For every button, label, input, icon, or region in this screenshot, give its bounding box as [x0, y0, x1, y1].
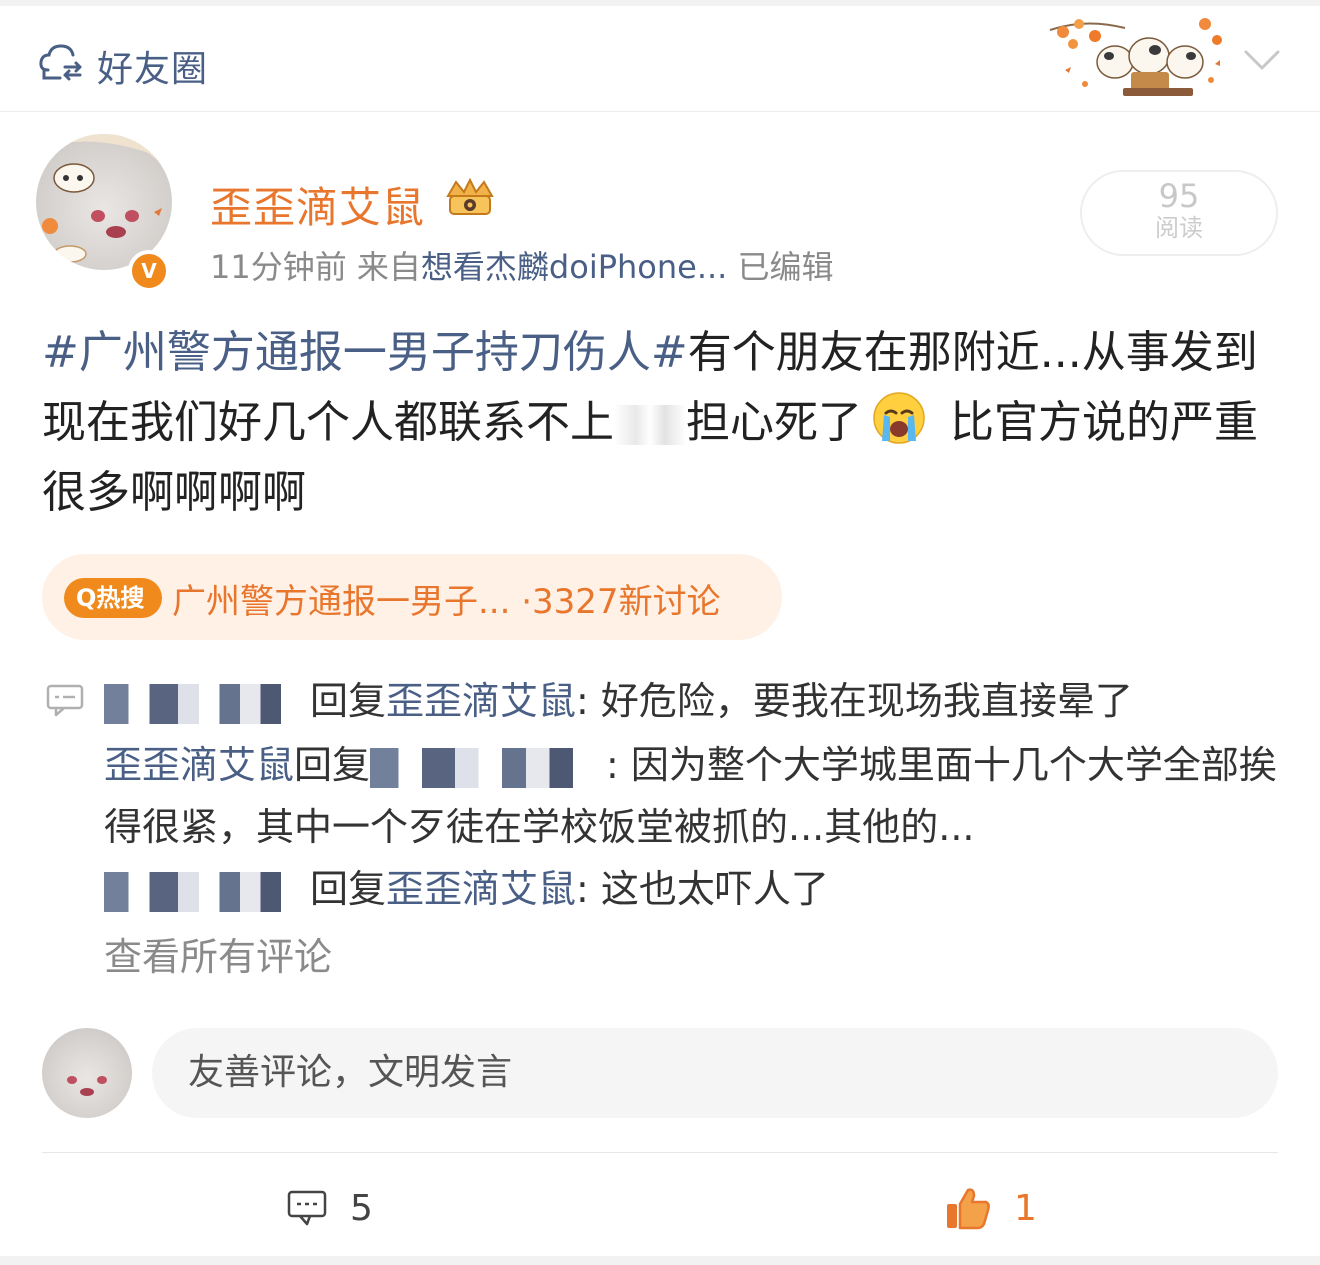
post-content: #广州警方通报一男子持刀伤人#有个朋友在那附近...从事发到现在我们好几个人都联… — [42, 318, 1282, 528]
verified-v-icon: V — [128, 250, 170, 292]
author-name[interactable]: 歪歪滴艾鼠 — [210, 174, 425, 235]
comment-item[interactable]: 回复歪歪滴艾鼠: 这也太吓人了 — [104, 858, 1284, 920]
read-label: 阅读 — [1155, 214, 1203, 242]
comment-text: : 这也太吓人了 — [576, 867, 829, 911]
hot-search-text: 广州警方通报一男子... ·3327新讨论 — [172, 582, 721, 622]
comment-button[interactable]: 5 — [286, 1176, 373, 1240]
comment-input[interactable]: 友善评论，文明发言 — [152, 1028, 1278, 1118]
read-count-badge: 95 阅读 — [1080, 170, 1278, 256]
comment-text: : 好危险，要我在现场我直接晕了 — [576, 679, 1133, 723]
view-all-comments-link[interactable]: 查看所有评论 — [104, 926, 332, 981]
post-time: 11分钟前 — [210, 248, 347, 286]
post-meta: 11分钟前 来自想看杰麟doiPhone... 已编辑 — [210, 242, 834, 288]
current-user-avatar — [42, 1028, 132, 1118]
comment-count: 5 — [350, 1187, 373, 1229]
redacted-username — [104, 683, 310, 724]
crown-badge-icon[interactable] — [440, 174, 500, 222]
like-count: 1 — [1014, 1187, 1037, 1229]
autumn-decoration-illustration — [1049, 18, 1222, 96]
cloud-friends-icon[interactable] — [38, 40, 84, 84]
read-count: 95 — [1158, 177, 1200, 215]
hot-search-pill[interactable]: Q热搜 广州警方通报一男子... ·3327新讨论 — [42, 554, 782, 640]
reply-word: 回复 — [294, 743, 371, 787]
redacted-username — [104, 871, 310, 912]
hot-search-badge-label: 热搜 — [96, 584, 145, 612]
hot-search-badge: Q热搜 — [64, 578, 162, 618]
search-icon: Q — [76, 584, 97, 612]
redacted-username — [370, 747, 607, 788]
chevron-down-icon[interactable] — [1240, 42, 1284, 76]
circle-header: 好友圈 — [0, 6, 1320, 112]
comment-icon — [287, 1190, 327, 1226]
crying-face-emoji — [873, 392, 925, 444]
post-card: 好友圈 V 歪歪滴艾鼠 11分钟前 来自想看杰麟doiPhone... 已编辑 … — [0, 6, 1320, 1256]
reply-target[interactable]: 歪歪滴艾鼠 — [386, 867, 576, 911]
comment-author[interactable]: 歪歪滴艾鼠 — [104, 743, 294, 787]
divider — [42, 1152, 1278, 1153]
like-button[interactable]: 1 — [944, 1176, 1037, 1240]
from-label: 来自 — [356, 248, 421, 286]
hamster-avatar-image — [67, 1076, 107, 1096]
reply-target[interactable]: 歪歪滴艾鼠 — [386, 679, 576, 723]
circle-title[interactable]: 好友圈 — [97, 40, 208, 92]
comment-preview-icon — [46, 684, 84, 717]
thumbs-up-icon — [947, 1188, 990, 1230]
hashtag-link[interactable]: #广州警方通报一男子持刀伤人# — [42, 327, 688, 378]
comment-item[interactable]: 回复歪歪滴艾鼠: 好危险，要我在现场我直接晕了 — [104, 670, 1284, 732]
post-source[interactable]: 想看杰麟doiPhone... — [421, 248, 727, 286]
post-text-part2: 担心死了 — [686, 397, 862, 448]
reply-word: 回复 — [310, 679, 387, 723]
blurred-text — [614, 405, 686, 445]
edited-label[interactable]: 已编辑 — [738, 248, 834, 286]
reply-word: 回复 — [310, 867, 387, 911]
comment-item[interactable]: 歪歪滴艾鼠回复: 因为整个大学城里面十几个大学全部挨得很紧，其中一个歹徒在学校饭… — [104, 734, 1284, 858]
